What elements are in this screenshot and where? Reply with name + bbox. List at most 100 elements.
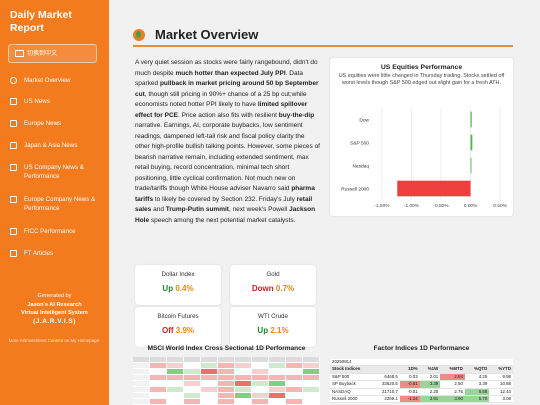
heatmap-cell <box>201 363 218 369</box>
tile-value: 2.1% <box>270 326 289 335</box>
tile-value-row: Off 3.9% <box>135 326 221 335</box>
heatmap-cell <box>133 369 150 375</box>
heatmap-cell <box>269 357 286 363</box>
generated-by-line-2: Jason's AI Research <box>27 301 82 308</box>
factor-cell: 2.50 <box>440 380 465 389</box>
heatmap-cell <box>150 399 167 405</box>
x-tick-label: 0.50% <box>493 203 507 209</box>
factor-cell: 2.20 <box>419 388 441 397</box>
heatmap-cell <box>235 369 252 375</box>
heatmap-cell <box>184 363 201 369</box>
msci-heatmap-table <box>133 357 320 405</box>
language-toggle-button[interactable]: 切换到中文 <box>8 44 97 63</box>
heatmap-cell <box>218 399 235 405</box>
factor-cell: 3.90 <box>440 395 465 404</box>
heatmap-cell <box>201 381 218 387</box>
globe-icon <box>133 29 145 41</box>
factor-cell: 12.43 <box>489 388 513 397</box>
factor-cell: NASDAQ <box>330 388 372 397</box>
heatmap-cell <box>133 381 150 387</box>
heatmap-cell <box>150 387 167 393</box>
article-highlight: buy-the-dip <box>278 111 315 119</box>
heatmap-cell <box>201 375 218 381</box>
tile-wti-crude: WTI Crude Up 2.1% <box>230 307 316 347</box>
heatmap-cell <box>303 363 320 369</box>
article-text: narrative. Earnings, AI, corporate buyba… <box>135 122 320 192</box>
generated-by-line-3: Virtual Intelligent System <box>21 310 88 316</box>
heatmap-cell <box>252 393 269 399</box>
heatmap-cell <box>218 375 235 381</box>
factor-column-header: %1W <box>419 365 441 374</box>
heatmap-cell <box>303 387 320 393</box>
header-divider <box>133 45 513 47</box>
heatmap-cell <box>269 375 286 381</box>
heatmap-cell <box>167 369 184 375</box>
heatmap-cell <box>286 399 303 405</box>
factor-row: SP Buyback 33620.5 -0.61 3.39 2.50 3.39 10.88 <box>330 380 513 389</box>
factor-row: S&P 500 6468.5 0.03 2.01 2.84 4.25 9.98 <box>330 373 513 382</box>
newspaper-icon <box>10 250 17 257</box>
building-icon <box>10 164 17 171</box>
heatmap-cell <box>252 375 269 381</box>
more-content-link[interactable]: More AI/Investment Content on My Homepag… <box>6 338 103 344</box>
heatmap-cell <box>167 387 184 393</box>
heatmap-cell <box>184 399 201 405</box>
factor-cell: Russell 2000 <box>330 395 372 404</box>
tile-value-row: Down 0.7% <box>230 284 316 293</box>
tile-direction: Up <box>162 284 174 293</box>
heatmap-cell <box>303 399 320 405</box>
language-icon <box>15 49 24 57</box>
heatmap-cell <box>150 357 167 363</box>
heatmap-cell <box>269 363 286 369</box>
factor-cell: 6.58 <box>464 388 490 397</box>
heatmap-cell <box>235 375 252 381</box>
x-tick-label: -0.50% <box>433 203 449 209</box>
chart-canvas: -1.50% -1.00% -0.50% 0.00% 0.50% Dow S&P 500 Na… <box>341 108 508 209</box>
tile-dollar-index: Dollar Index Up 0.4% <box>135 265 221 305</box>
building-icon <box>10 196 17 203</box>
factor-cell: 2299.1 <box>371 395 400 404</box>
category-label: Russell 2000 <box>341 186 369 192</box>
sidebar-item-label: Market Overview <box>24 77 71 84</box>
heatmap-cell <box>303 381 320 387</box>
factor-cell: SP Buyback <box>330 380 372 389</box>
article-highlight: Trump-Putin summit <box>165 206 229 213</box>
generated-by-line-1: Generated by <box>37 293 72 299</box>
heatmap-cell <box>201 393 218 399</box>
factor-row: Russell 2000 2299.1 -1.24 3.91 3.90 5.70 3.08 <box>330 395 513 404</box>
tile-value: 3.9% <box>175 326 195 335</box>
sidebar-item-label: FT Articles <box>24 250 54 257</box>
factor-cell: 3.91 <box>419 395 441 404</box>
heatmap-cell <box>133 399 150 405</box>
factor-cell: 4.25 <box>464 373 490 382</box>
factor-column-header: %MTD <box>440 365 465 374</box>
heatmap-cell <box>133 375 150 381</box>
heatmap-cell <box>269 399 286 405</box>
factor-cell: 2.84 <box>440 373 465 382</box>
tile-name: Dollar Index <box>161 271 195 278</box>
bar <box>470 157 472 174</box>
sidebar-item-label: Japan & Asia News <box>24 142 78 149</box>
tile-value: 0.4% <box>175 284 194 293</box>
heatmap-cell <box>133 363 150 369</box>
factor-date: 20250814 <box>330 359 513 367</box>
category-label: Nasdaq <box>352 163 369 169</box>
tile-name: Gold <box>266 271 280 278</box>
heatmap-cell <box>286 363 303 369</box>
heatmap-cell <box>252 369 269 375</box>
chart-line-icon <box>10 228 17 235</box>
tile-value-row: Up 0.4% <box>135 284 221 293</box>
heatmap-cell <box>167 375 184 381</box>
factor-table: 20250814 Stock Indices 1D% %1W %MTD %QTD %YTD S… <box>330 359 513 404</box>
generated-by-line-4: (J.A.R.V.I.S) <box>33 317 76 325</box>
heatmap-cell <box>303 375 320 381</box>
heatmap-cell <box>184 387 201 393</box>
heatmap-cell <box>167 381 184 387</box>
factor-column-header: Stock Indices <box>330 365 400 374</box>
heatmap-cell <box>218 387 235 393</box>
heatmap-cell <box>167 399 184 405</box>
heatmap-cell <box>286 381 303 387</box>
generated-by: Generated by Jason's AI Research Virtual… <box>4 292 105 326</box>
heatmap-cell <box>303 393 320 399</box>
factor-column-header: %QTD <box>464 365 490 374</box>
